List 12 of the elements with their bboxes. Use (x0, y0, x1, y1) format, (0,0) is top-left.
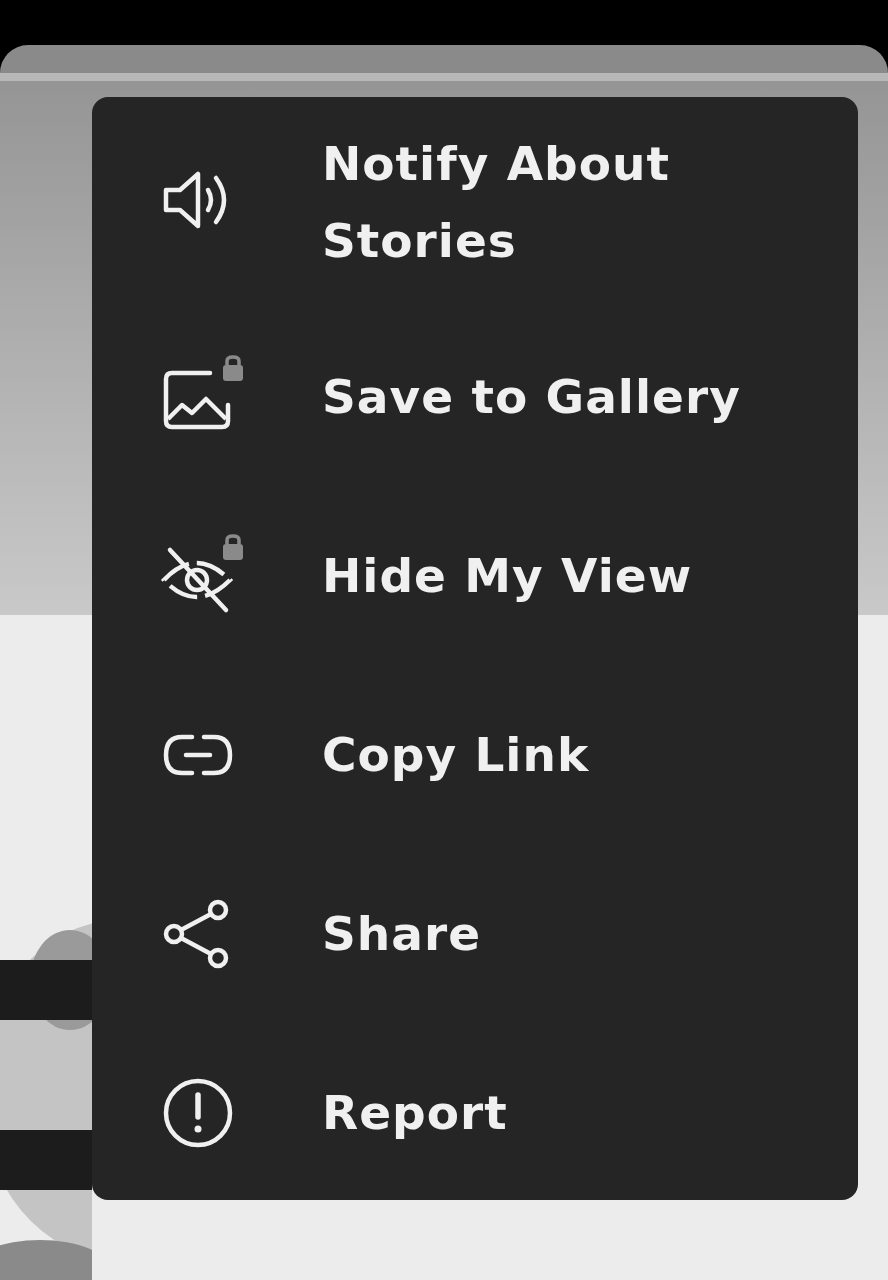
menu-item[interactable]: Save to Gallery (92, 307, 858, 486)
menu-item-label: Share (322, 905, 483, 963)
menu-item[interactable]: Report (92, 1023, 858, 1202)
menu-item-label: Notify About Stories (322, 135, 671, 270)
menu-item-label: Copy Link (322, 726, 591, 784)
menu-item-label: Hide My View (322, 547, 694, 605)
menu-item[interactable]: Share (92, 844, 858, 1023)
menu-item[interactable]: Notify About Stories (92, 97, 858, 307)
menu-item[interactable]: Hide My View (92, 486, 858, 665)
menu-item[interactable]: Copy Link (92, 665, 858, 844)
menu-item-label: Save to Gallery (322, 368, 742, 426)
menu-item-label: Report (322, 1084, 509, 1142)
